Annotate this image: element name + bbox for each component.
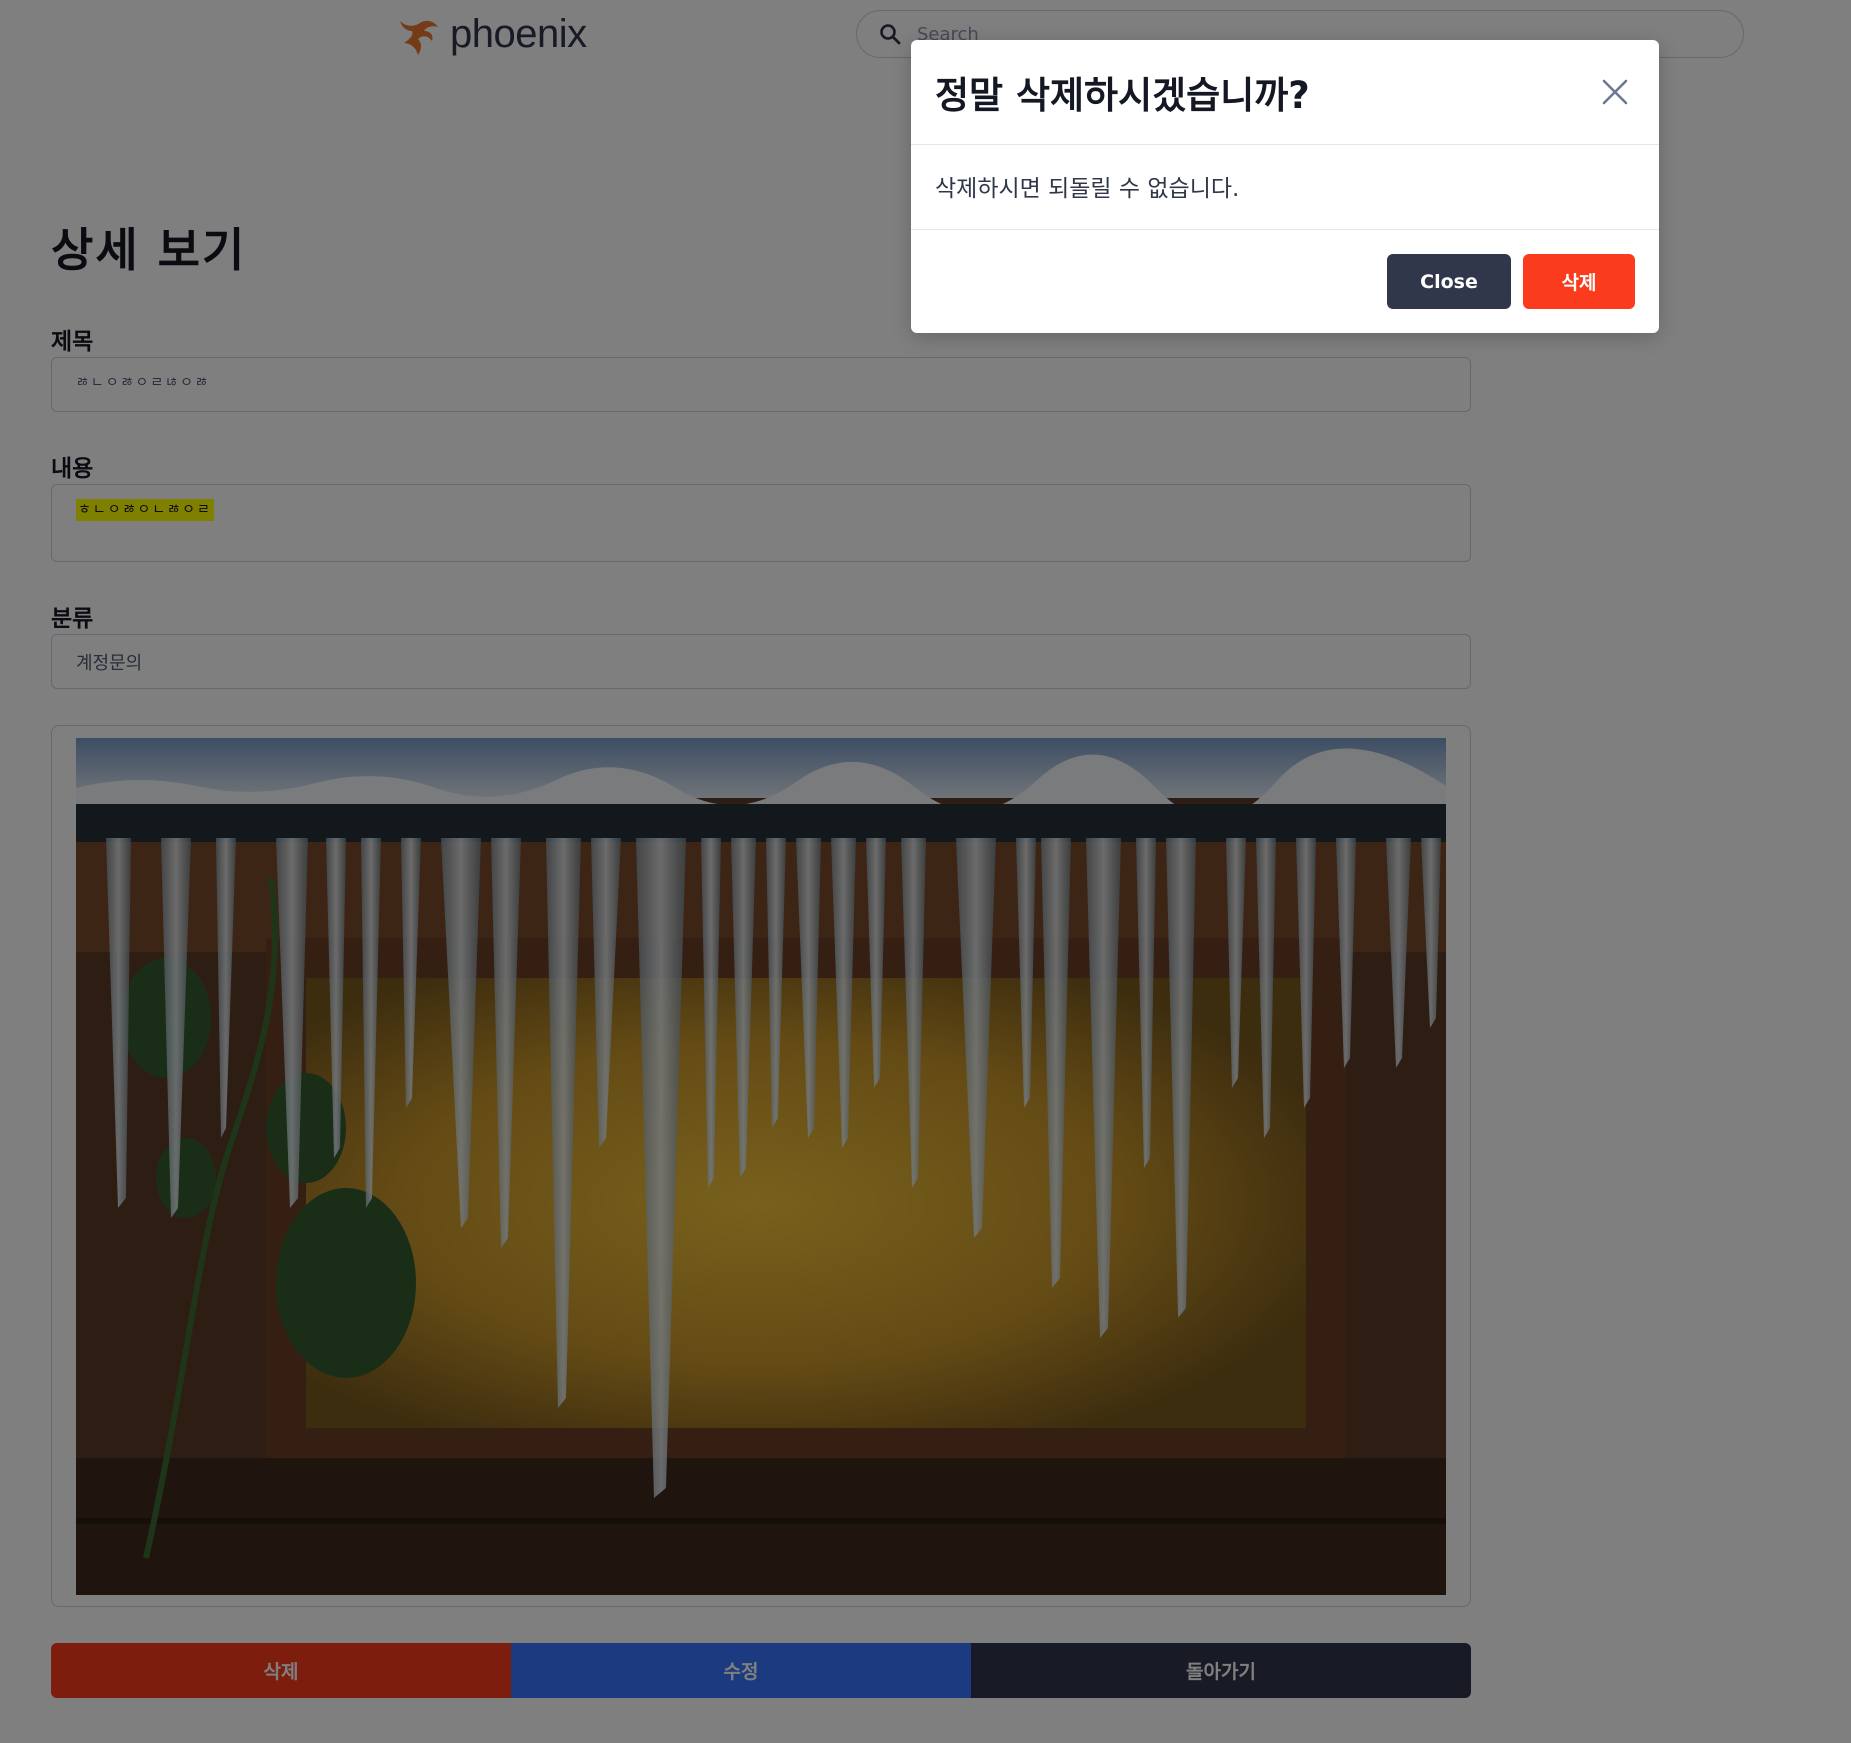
modal-title: 정말 삭제하시겠습니까? [935,74,1310,117]
close-icon [1602,79,1628,105]
modal-message: 삭제하시면 되돌릴 수 없습니다. [935,176,1240,202]
modal-close-button[interactable] [1595,72,1635,112]
modal-header: 정말 삭제하시겠습니까? [911,40,1659,145]
modal-cancel-button[interactable]: Close [1387,254,1511,309]
modal-confirm-delete-button[interactable]: 삭제 [1523,254,1635,309]
modal-body: 삭제하시면 되돌릴 수 없습니다. [911,145,1659,230]
delete-confirm-modal: 정말 삭제하시겠습니까? 삭제하시면 되돌릴 수 없습니다. Close 삭제 [911,40,1659,333]
modal-footer: Close 삭제 [911,230,1659,333]
